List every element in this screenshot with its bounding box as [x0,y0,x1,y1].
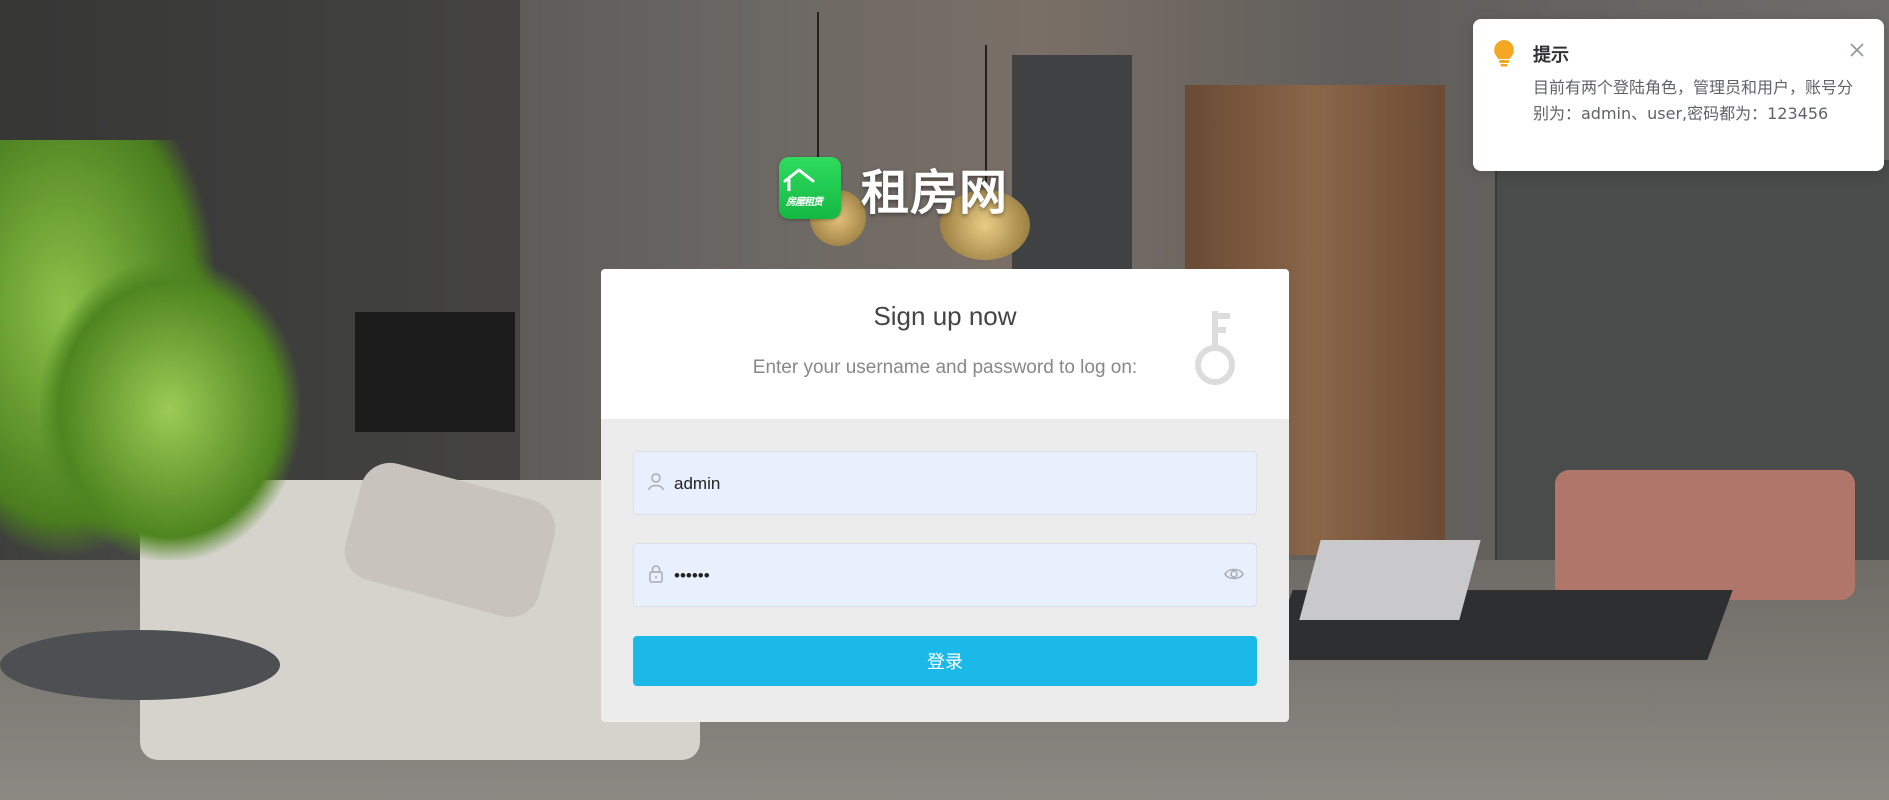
room-side-table [0,630,280,700]
close-icon[interactable] [1848,41,1866,59]
brand: 房屋租赁 租房网 [779,153,1008,223]
room-plant [40,260,300,560]
lock-icon [649,565,663,583]
login-subtitle: Enter your username and password to log … [752,357,1138,378]
login-card: Sign up now Enter your username and pass… [601,269,1289,722]
brand-logo: 房屋租赁 [779,157,841,219]
brand-logo-text: 房屋租赁 [786,197,823,208]
notification-message: 目前有两个登陆角色，管理员和用户，账号分别为：admin、user,密码都为：1… [1533,78,1854,123]
login-title: Sign up now [873,301,1017,331]
room-tv [355,312,515,432]
notification-title: 提示 [1533,45,1569,66]
room-laptop [1299,540,1481,620]
key-icon [1195,311,1235,385]
eye-icon[interactable] [1224,566,1244,582]
username-field[interactable] [633,451,1257,516]
login-form: 登录 [601,419,1289,722]
login-button[interactable]: 登录 [633,636,1257,686]
username-input[interactable] [672,452,1216,516]
house-icon [783,168,815,191]
login-card-header: Sign up now Enter your username and pass… [601,269,1289,419]
password-input[interactable] [672,544,1216,608]
lightbulb-icon [1494,40,1514,67]
brand-name: 租房网 [861,167,1009,220]
room-chair [1555,470,1855,600]
user-icon [648,473,664,491]
notification: 提示 目前有两个登陆角色，管理员和用户，账号分别为：admin、user,密码都… [1473,19,1884,171]
password-field[interactable] [633,543,1257,608]
